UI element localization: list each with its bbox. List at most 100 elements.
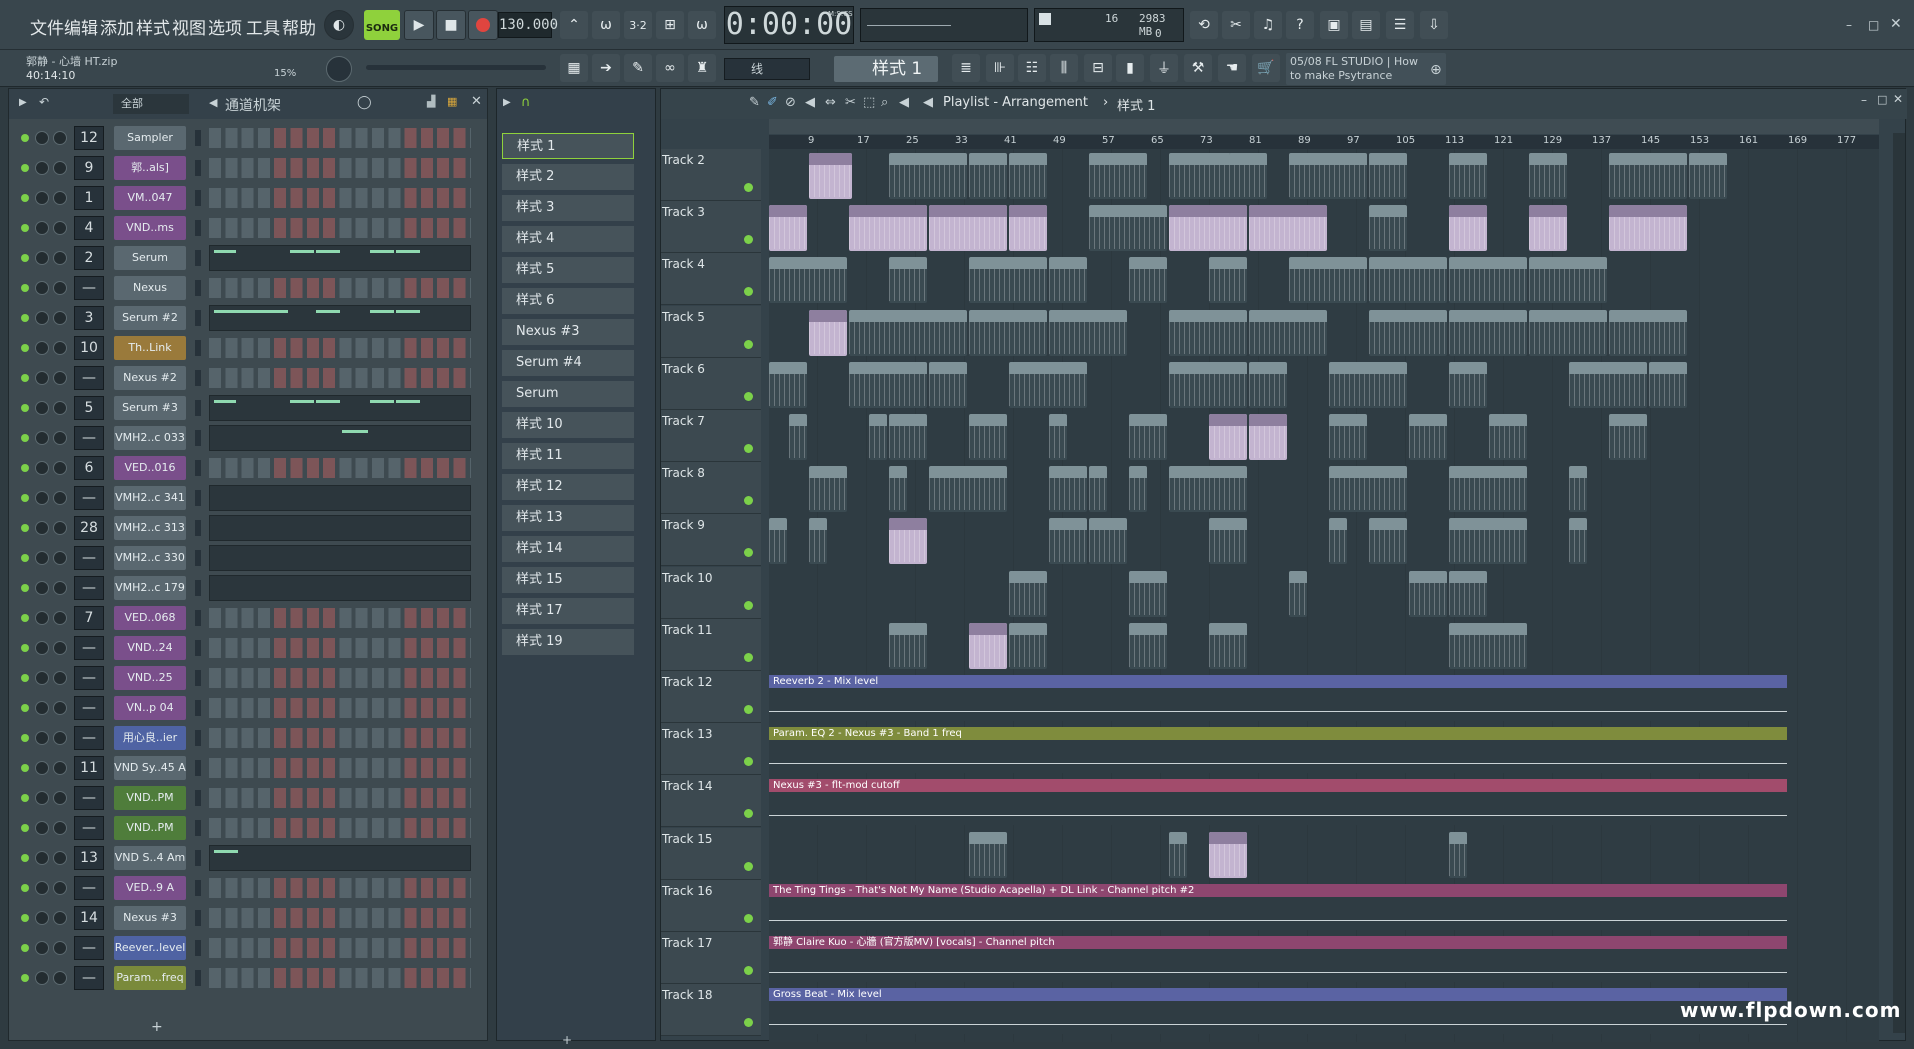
channel-name-button[interactable]: Th..Link (114, 336, 186, 360)
menu-item[interactable]: 编辑 (64, 14, 98, 39)
track-led[interactable] (744, 913, 753, 923)
channel-led[interactable] (21, 944, 29, 952)
channel-volume-knob[interactable] (53, 461, 67, 475)
channel-led[interactable] (21, 794, 29, 802)
channel-mixer-track[interactable]: 11 (74, 756, 104, 780)
channel-step-sequencer[interactable] (209, 878, 471, 898)
channel-led[interactable] (21, 674, 29, 682)
channel-name-button[interactable]: VMH2..c 330 (114, 546, 186, 570)
channel-row[interactable]: — VED..9 A (9, 873, 487, 903)
channel-piano-preview[interactable] (209, 245, 471, 271)
playback-icon[interactable]: ◀ (899, 95, 909, 110)
pattern-clip[interactable] (889, 518, 927, 565)
file-icon[interactable]: ▮ (1116, 54, 1144, 82)
pattern-clip[interactable] (969, 153, 1007, 199)
vertical-scrollbar[interactable] (1893, 133, 1905, 1033)
track-header[interactable]: Track 10 (661, 566, 761, 619)
track-header[interactable]: Track 2 (661, 149, 761, 201)
overview-scrollbar[interactable] (769, 119, 1879, 134)
channel-name-button[interactable]: Nexus #2 (114, 366, 186, 390)
cart-icon[interactable]: 🛒 (1252, 54, 1280, 82)
pencil-icon[interactable]: ✎ (749, 95, 760, 110)
channel-row[interactable]: 4 VND..ms (9, 213, 487, 243)
channel-piano-preview[interactable] (209, 575, 471, 601)
pattern-item[interactable]: 样式 19 (502, 629, 634, 655)
arrow-right-icon[interactable]: ➔ (592, 54, 620, 82)
pattern-clip[interactable] (1369, 518, 1407, 565)
channel-select-indicator[interactable] (195, 700, 201, 716)
channel-select-indicator[interactable] (195, 970, 201, 986)
channel-row[interactable]: 10 Th..Link (9, 333, 487, 363)
channel-mixer-track[interactable]: 1 (74, 186, 104, 210)
channel-step-sequencer[interactable] (209, 698, 471, 718)
channel-volume-knob[interactable] (53, 701, 67, 715)
channel-name-button[interactable]: VMH2..c 313 (114, 516, 186, 540)
channel-select-indicator[interactable] (195, 670, 201, 686)
arrangement-grid[interactable]: Reeverb 2 - Mix level Param. EQ 2 - Nexus… (769, 149, 1879, 1042)
pattern-clip[interactable] (1649, 361, 1687, 408)
channel-pan-knob[interactable] (35, 611, 49, 625)
channel-row[interactable]: 9 郭..als] (9, 153, 487, 183)
channel-volume-knob[interactable] (53, 521, 67, 535)
channel-mixer-track[interactable]: 3 (74, 306, 104, 330)
channel-filter-select[interactable]: 全部 (113, 94, 189, 114)
channel-led[interactable] (21, 824, 29, 832)
channel-step-sequencer[interactable] (209, 608, 471, 628)
channel-mixer-track[interactable]: — (74, 696, 104, 720)
news-hint-panel[interactable]: 05/08 FL STUDIO | How to make Psytrance (1286, 53, 1446, 85)
channel-step-sequencer[interactable] (209, 728, 471, 748)
pattern-clip[interactable] (769, 205, 807, 252)
pattern-clip[interactable] (869, 414, 887, 460)
channel-volume-knob[interactable] (53, 491, 67, 505)
channel-volume-knob[interactable] (53, 281, 67, 295)
track-led[interactable] (744, 548, 753, 558)
channel-select-indicator[interactable] (195, 280, 201, 296)
channel-name-button[interactable]: VND Sy..45 A (114, 756, 186, 780)
track-led[interactable] (744, 1018, 753, 1028)
pattern-clip[interactable] (1369, 153, 1407, 199)
undo-history-icon[interactable]: ⟲ (1190, 11, 1218, 39)
channel-led[interactable] (21, 434, 29, 442)
channel-select-indicator[interactable] (195, 610, 201, 626)
channel-led[interactable] (21, 614, 29, 622)
channel-led[interactable] (21, 524, 29, 532)
pattern-clip[interactable] (1529, 153, 1567, 199)
add-channel-button[interactable]: + (151, 1019, 163, 1035)
pattern-clip[interactable] (769, 361, 807, 408)
channel-pan-knob[interactable] (35, 281, 49, 295)
channel-row[interactable]: 13 VND S..4 Am (9, 843, 487, 873)
tools-icon[interactable]: ⚒ (1184, 54, 1212, 82)
channel-step-sequencer[interactable] (209, 938, 471, 958)
microphone-icon[interactable]: ♫ (1254, 11, 1282, 39)
save-icon[interactable]: ▣ (1320, 11, 1348, 39)
pattern-clip[interactable] (929, 205, 1007, 252)
channel-volume-knob[interactable] (53, 641, 67, 655)
channel-row[interactable]: 2 Serum (9, 243, 487, 273)
pattern-item[interactable]: 样式 13 (502, 505, 634, 531)
pattern-clip[interactable] (1209, 257, 1247, 304)
pattern-clip[interactable] (1129, 622, 1167, 669)
channel-piano-preview[interactable] (209, 425, 471, 451)
channel-pan-knob[interactable] (35, 251, 49, 265)
track-header[interactable]: Track 4 (661, 253, 761, 306)
channel-pan-knob[interactable] (35, 341, 49, 355)
channel-name-button[interactable]: Serum #2 (114, 306, 186, 330)
channel-led[interactable] (21, 464, 29, 472)
pattern-clip[interactable] (1129, 257, 1167, 304)
channel-name-button[interactable]: VED..9 A (114, 876, 186, 900)
automation-clip[interactable]: Reeverb 2 - Mix level (769, 675, 1787, 721)
track-led[interactable] (744, 183, 753, 192)
pattern-clip[interactable] (929, 466, 1007, 513)
channel-select-indicator[interactable] (195, 160, 201, 176)
pattern-item[interactable]: 样式 11 (502, 443, 634, 469)
channel-pan-knob[interactable] (35, 761, 49, 775)
channel-name-button[interactable]: VND..ms (114, 216, 186, 240)
channel-row[interactable]: — VMH2..c 033 (9, 423, 487, 453)
channel-select-indicator[interactable] (195, 430, 201, 446)
pattern-clip[interactable] (1049, 309, 1127, 356)
channel-step-sequencer[interactable] (209, 668, 471, 688)
channel-name-button[interactable]: VM..047 (114, 186, 186, 210)
pattern-clip[interactable] (1689, 153, 1727, 199)
channel-volume-knob[interactable] (53, 191, 67, 205)
globe-icon[interactable]: ⊕ (1430, 62, 1442, 78)
